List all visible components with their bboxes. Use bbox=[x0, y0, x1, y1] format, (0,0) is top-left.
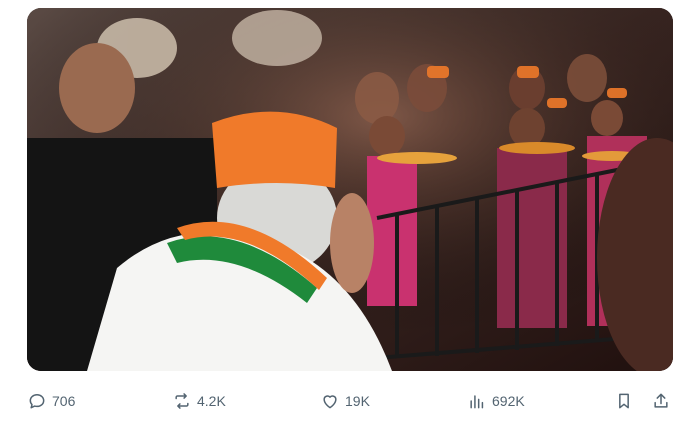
views-icon bbox=[470, 395, 484, 409]
post-actions-bar: 706 4.2K 19K 692K bbox=[27, 386, 673, 416]
views-count: 692K bbox=[492, 393, 525, 409]
repost-count: 4.2K bbox=[197, 393, 226, 409]
like-count: 19K bbox=[345, 393, 370, 409]
reply-button[interactable]: 706 bbox=[27, 386, 75, 416]
reply-count: 706 bbox=[52, 393, 76, 409]
share-button[interactable] bbox=[651, 386, 671, 416]
views-button[interactable]: 692K bbox=[467, 386, 525, 416]
bookmark-icon bbox=[619, 393, 629, 409]
bookmark-button[interactable] bbox=[614, 386, 634, 416]
video-frame bbox=[27, 8, 673, 371]
repost-button[interactable]: 4.2K bbox=[172, 386, 226, 416]
post-video[interactable] bbox=[27, 8, 673, 371]
like-button[interactable]: 19K bbox=[320, 386, 370, 416]
repost-icon bbox=[175, 393, 189, 409]
like-icon bbox=[323, 395, 337, 409]
share-icon bbox=[654, 393, 668, 408]
reply-icon bbox=[29, 394, 45, 409]
